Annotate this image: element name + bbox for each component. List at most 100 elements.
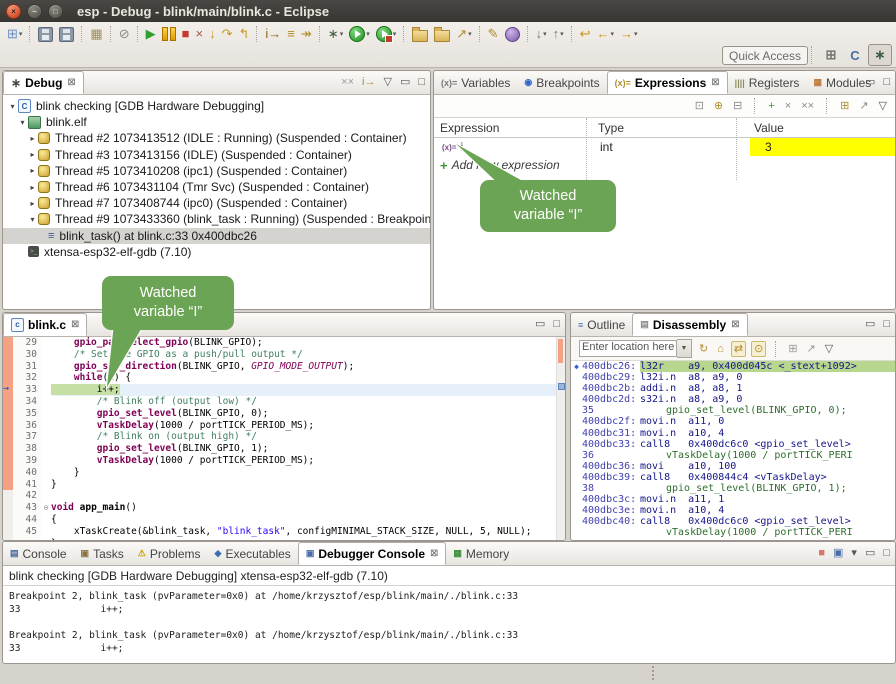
- line-annotation-gutter[interactable]: [3, 361, 13, 373]
- disassembly-instruction[interactable]: 400dbc3c:movi.n a11, 1: [571, 494, 895, 505]
- debug-perspective-button[interactable]: ∗: [868, 44, 892, 66]
- line-annotation-gutter[interactable]: [3, 408, 13, 420]
- disassembly-instruction[interactable]: ◆400dbc26:l32r a9, 0x400d045c <_stext+10…: [571, 361, 895, 372]
- disassembly-source-line[interactable]: 35gpio_set_level(BLINK_GPIO, 0);: [571, 405, 895, 416]
- dropdown-arrow-icon[interactable]: ▾: [634, 30, 638, 38]
- line-annotation-gutter[interactable]: [3, 420, 13, 432]
- line-annotation-gutter[interactable]: [3, 479, 13, 491]
- expander-icon[interactable]: ▾: [7, 102, 18, 111]
- tab-variables[interactable]: (x)=Variables: [434, 71, 517, 94]
- disassembly-instruction[interactable]: 400dbc2b:addi.n a8, a8, 1: [571, 383, 895, 394]
- new-view-icon[interactable]: ⊞: [786, 342, 799, 356]
- disassembly-source-line[interactable]: vTaskDelay(1000 / portTICK_PERI: [571, 527, 895, 538]
- debug-tree-thread[interactable]: ▸Thread #2 1073413512 (IDLE : Running) (…: [3, 130, 430, 146]
- format-brush-icon[interactable]: ✎: [486, 24, 501, 44]
- column-expression[interactable]: Expression: [434, 121, 592, 135]
- close-icon[interactable]: ⊠: [430, 548, 438, 559]
- window-close-button[interactable]: ×: [6, 4, 21, 19]
- forward-icon[interactable]: →▾: [618, 24, 640, 44]
- instruction-stepping-toggle-icon[interactable]: i→: [360, 75, 377, 89]
- save-all-icon[interactable]: [57, 24, 76, 44]
- disassembly-source-line[interactable]: 36vTaskDelay(1000 / portTICK_PERI: [571, 450, 895, 461]
- suspend-icon[interactable]: [160, 24, 178, 44]
- line-annotation-gutter[interactable]: [3, 443, 13, 455]
- refresh-icon[interactable]: ↻: [697, 342, 710, 356]
- column-value[interactable]: Value: [748, 119, 895, 137]
- view-menu-icon[interactable]: ▽: [877, 99, 889, 113]
- dropdown-arrow-icon[interactable]: ▾: [611, 30, 615, 38]
- last-edit-location-icon[interactable]: ↩: [578, 24, 593, 44]
- debug-tree-thread[interactable]: ▸Thread #7 1073408744 (ipc0) (Suspended …: [3, 195, 430, 211]
- debug-tree-item[interactable]: ▾Cblink checking [GDB Hardware Debugging…: [3, 98, 430, 114]
- code-line[interactable]: →33 i++;: [3, 384, 565, 396]
- line-annotation-gutter[interactable]: [3, 349, 13, 361]
- show-source-icon[interactable]: ⊙: [751, 341, 766, 357]
- instruction-stepping-icon[interactable]: i→: [263, 24, 283, 44]
- debug-tree-item[interactable]: ▾blink.elf: [3, 114, 430, 130]
- disassembly-instruction[interactable]: 400dbc31:movi.n a10, 4: [571, 428, 895, 439]
- code-line[interactable]: 43⊖void app_main(): [3, 502, 565, 514]
- collapse-all-icon[interactable]: ⊟: [731, 99, 744, 113]
- debug-tree-item[interactable]: >_xtensa-esp32-elf-gdb (7.10): [3, 244, 430, 260]
- tab-breakpoints[interactable]: ◉Breakpoints: [517, 71, 606, 94]
- minimize-icon[interactable]: ▭: [863, 546, 877, 560]
- export-icon[interactable]: ↗: [805, 342, 818, 356]
- expander-icon[interactable]: ▾: [27, 215, 38, 224]
- code-line[interactable]: 30 /* Set the GPIO as a push/pull output…: [3, 349, 565, 361]
- minimize-icon[interactable]: ▭: [533, 317, 547, 331]
- code-line[interactable]: 42: [3, 490, 565, 502]
- tab-memory[interactable]: ▦Memory: [446, 542, 516, 565]
- add-expression-icon[interactable]: +: [766, 99, 776, 113]
- disassembly-instruction[interactable]: 400dbc40:call8 0x400dc6c0 <gpio_set_leve…: [571, 516, 895, 527]
- expander-icon[interactable]: ▸: [27, 183, 38, 192]
- disassembly-instruction[interactable]: 400dbc2f:movi.n a11, 0: [571, 416, 895, 427]
- disconnect-icon[interactable]: ×: [193, 24, 205, 44]
- external-tools-icon[interactable]: ▾: [374, 24, 399, 44]
- expander-icon[interactable]: ▾: [17, 118, 28, 127]
- disassembly-instruction[interactable]: 400dbc2d:s32i.n a8, a9, 0: [571, 394, 895, 405]
- tab-console[interactable]: ▤Console: [3, 542, 74, 565]
- home-icon[interactable]: ⌂: [715, 342, 726, 356]
- minimize-icon[interactable]: ▭: [863, 317, 877, 331]
- show-type-names-icon[interactable]: ⊡: [693, 99, 706, 113]
- line-annotation-gutter[interactable]: [3, 514, 13, 526]
- expander-icon[interactable]: ▸: [27, 134, 38, 143]
- tab-blink-c[interactable]: c blink.c ⊠: [3, 313, 87, 336]
- disassembly-instruction[interactable]: 400dbc29:l32i.n a8, a9, 0: [571, 372, 895, 383]
- tab-disassembly[interactable]: ▤Disassembly⊠: [632, 313, 747, 336]
- use-step-filters-icon[interactable]: ↠: [299, 24, 314, 44]
- maximize-icon[interactable]: □: [881, 546, 892, 560]
- dropdown-arrow-icon[interactable]: ▾: [393, 30, 397, 38]
- show-logical-structure-icon[interactable]: ⊕: [712, 99, 725, 113]
- minimize-icon[interactable]: ▭: [398, 75, 412, 89]
- debug-tree-thread[interactable]: ▸Thread #3 1073413156 (IDLE) (Suspended …: [3, 147, 430, 163]
- dropdown-arrow-icon[interactable]: ▾: [366, 30, 370, 38]
- sync-with-source-icon[interactable]: ⇄: [731, 341, 746, 357]
- code-line[interactable]: 40 }: [3, 467, 565, 479]
- maximize-icon[interactable]: □: [881, 75, 892, 89]
- code-line[interactable]: 32 while(1) {: [3, 372, 565, 384]
- view-menu-icon[interactable]: ▽: [823, 342, 835, 356]
- code-line[interactable]: 36 vTaskDelay(1000 / portTICK_PERIOD_MS)…: [3, 420, 565, 432]
- code-line[interactable]: 29 gpio_pad_select_gpio(BLINK_GPIO);: [3, 337, 565, 349]
- new-c-project-icon[interactable]: [410, 24, 430, 44]
- remove-expression-icon[interactable]: ×: [783, 99, 793, 113]
- expander-icon[interactable]: ▸: [27, 166, 38, 175]
- prev-annotation-icon[interactable]: ↑▾: [551, 24, 566, 44]
- code-line[interactable]: 31 gpio_set_direction(BLINK_GPIO, GPIO_M…: [3, 361, 565, 373]
- close-icon[interactable]: ⊠: [71, 319, 79, 330]
- line-annotation-gutter[interactable]: [3, 337, 13, 349]
- export-expressions-icon[interactable]: ↗: [857, 99, 870, 113]
- disassembly-source-line[interactable]: 38gpio_set_level(BLINK_GPIO, 1);: [571, 483, 895, 494]
- debug-tree-thread[interactable]: ▸Thread #6 1073431104 (Tmr Svc) (Suspend…: [3, 179, 430, 195]
- dropdown-arrow-icon[interactable]: ▾: [543, 30, 547, 38]
- build-icon[interactable]: ▦: [88, 24, 104, 44]
- line-annotation-gutter[interactable]: →: [3, 384, 13, 396]
- step-over-icon[interactable]: ↷: [220, 24, 235, 44]
- close-icon[interactable]: ⊠: [67, 77, 75, 88]
- line-annotation-gutter[interactable]: [3, 467, 13, 479]
- run-icon[interactable]: ▾: [347, 24, 372, 44]
- window-minimize-button[interactable]: −: [27, 4, 42, 19]
- code-line[interactable]: 38 gpio_set_level(BLINK_GPIO, 1);: [3, 443, 565, 455]
- minimize-icon[interactable]: ▭: [863, 75, 877, 89]
